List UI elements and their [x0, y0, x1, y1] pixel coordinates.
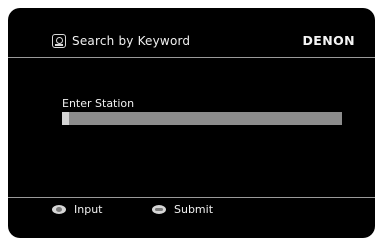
cursor-pad-icon [52, 205, 66, 214]
page-title: Search by Keyword [72, 34, 191, 48]
input-hint-label: Input [74, 203, 103, 216]
submit-hint: Submit [152, 203, 232, 217]
station-field-label: Enter Station [62, 97, 135, 110]
keyword-search-screen: Search by Keyword DENON Enter Station In… [8, 8, 375, 238]
search-keyword-icon [52, 34, 66, 48]
submit-hint-label: Submit [174, 203, 214, 216]
header-divider [8, 57, 375, 58]
footer-divider [8, 197, 375, 198]
header: Search by Keyword DENON [8, 8, 375, 58]
enter-button-icon [152, 205, 166, 214]
input-hint: Input [52, 203, 112, 217]
brand-logo: DENON [302, 33, 355, 48]
station-input[interactable] [62, 112, 342, 125]
text-cursor [62, 112, 69, 125]
